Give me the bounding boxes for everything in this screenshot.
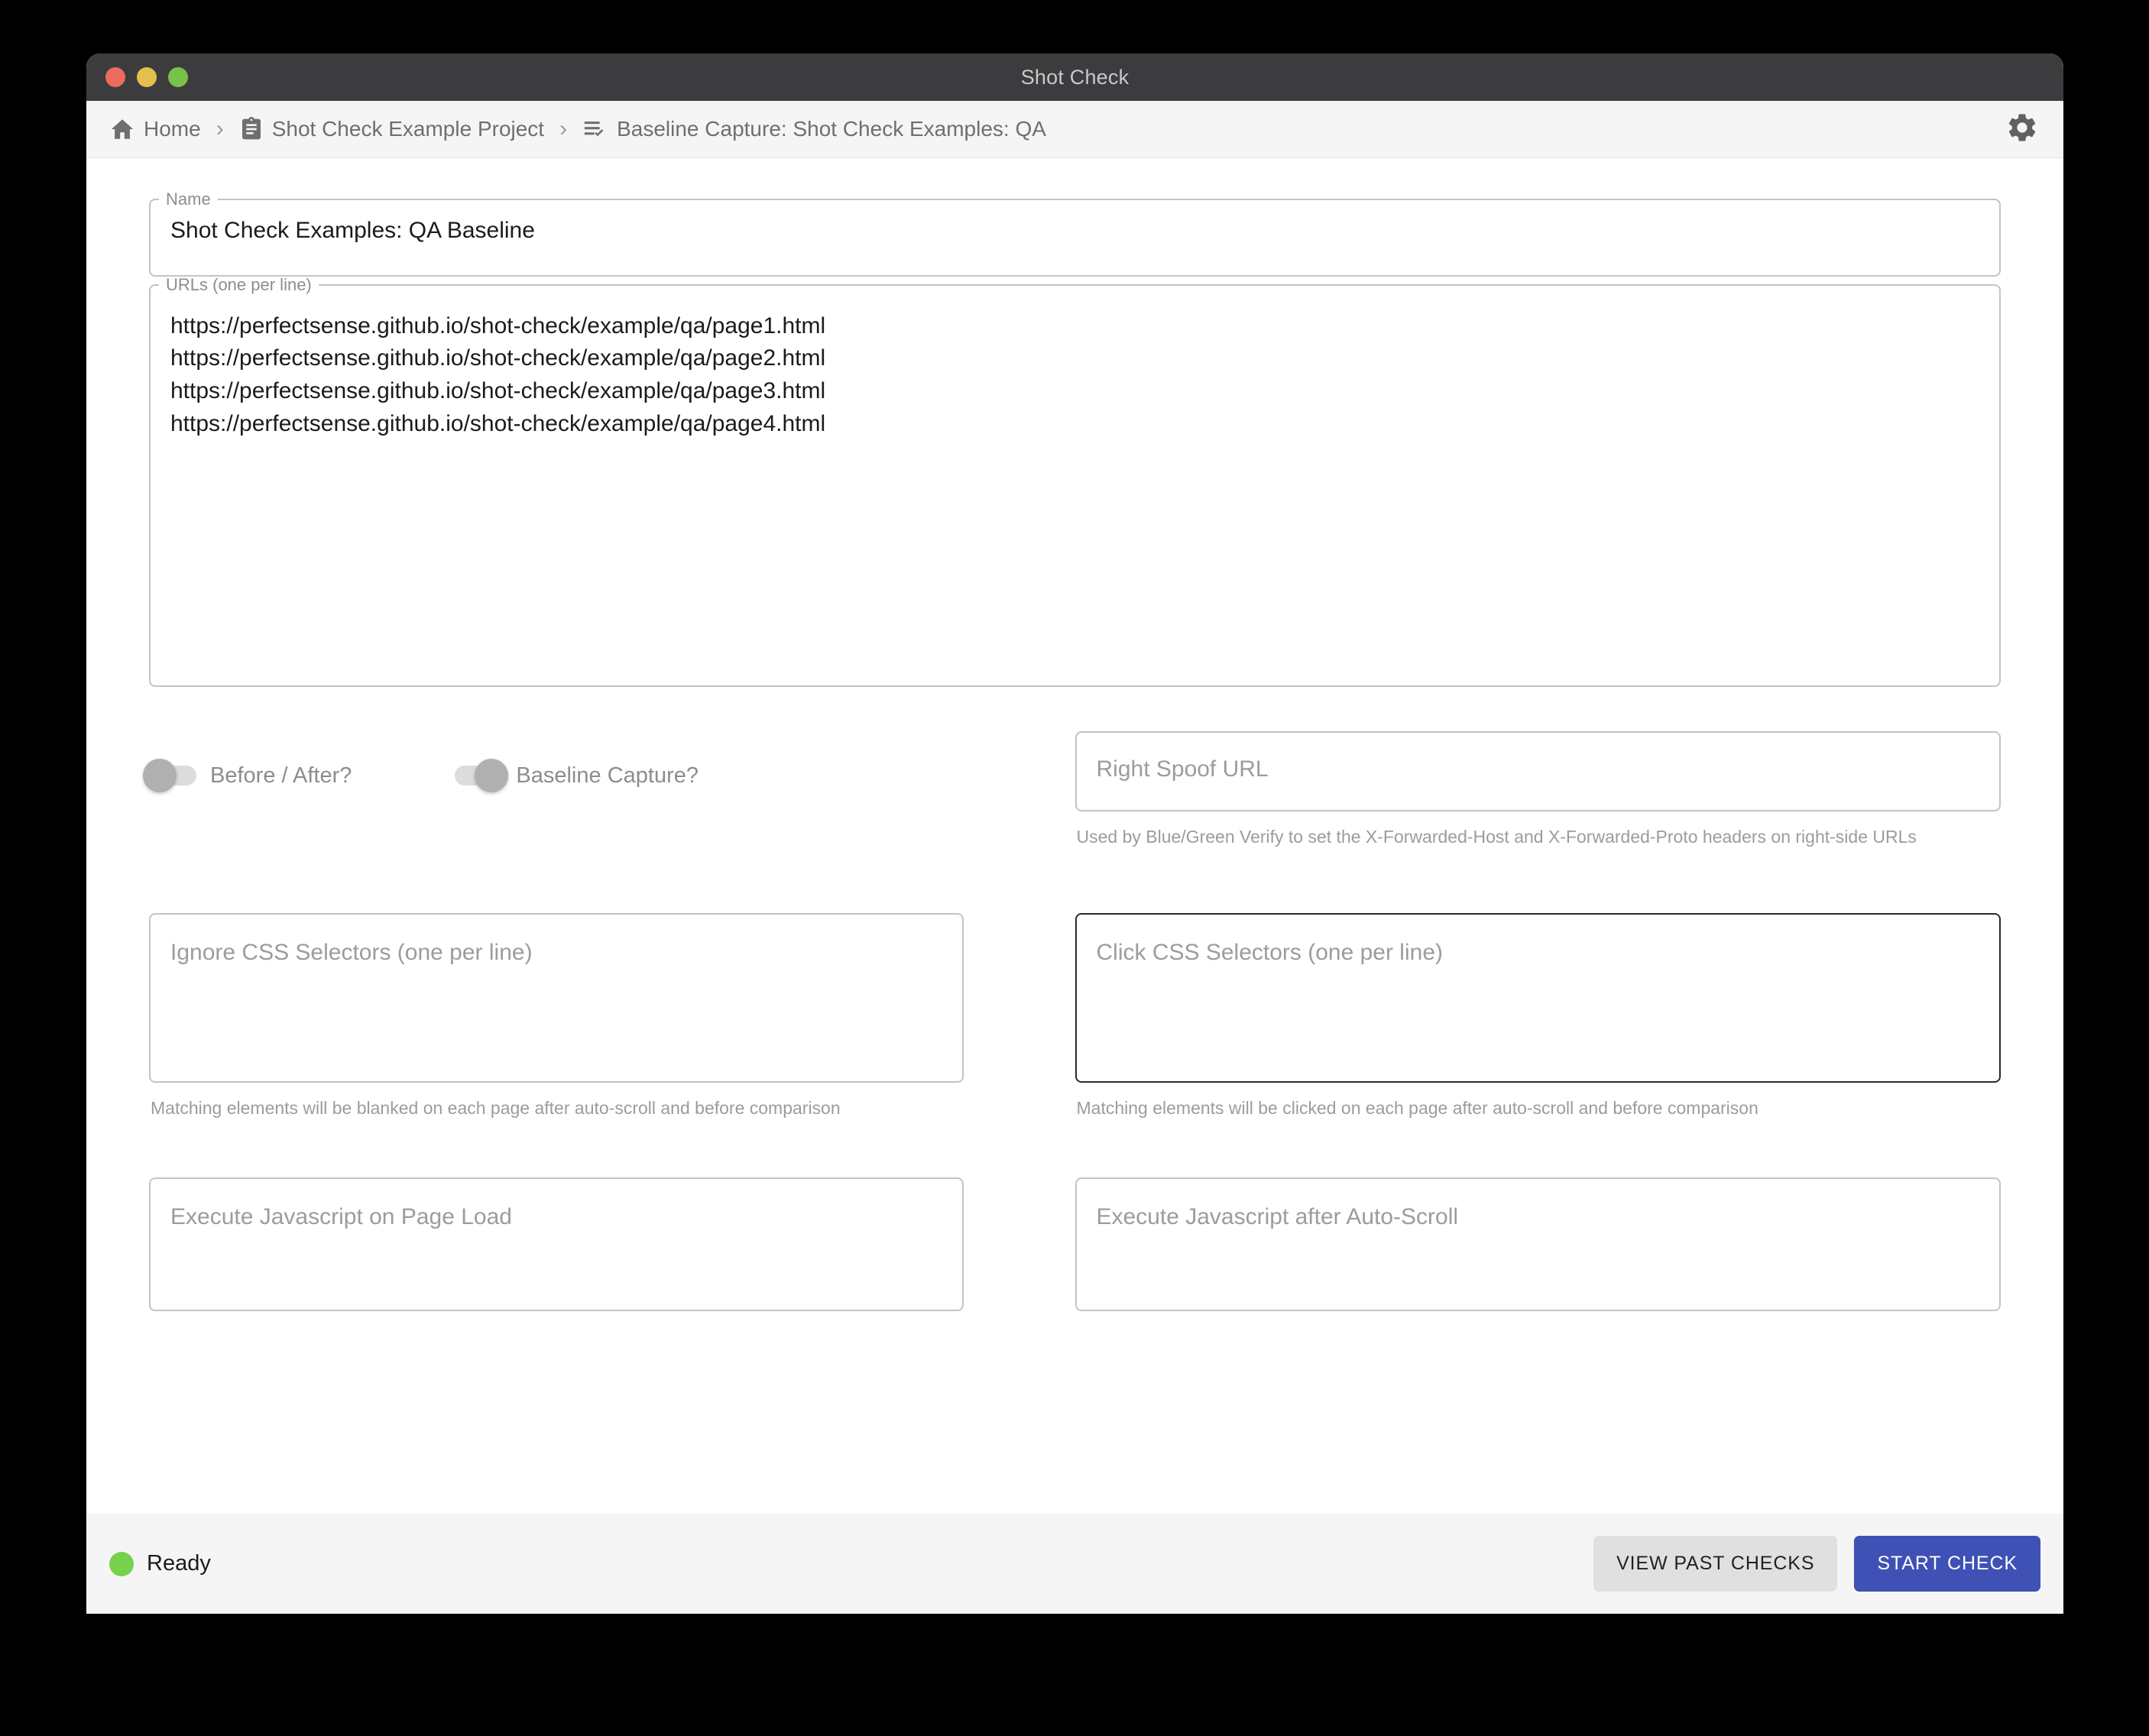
click-css-selectors-textarea[interactable]: Click CSS Selectors (one per line) (1074, 913, 2001, 1083)
status-dot-icon (109, 1551, 134, 1576)
before-after-label: Before / After? (210, 763, 352, 788)
baseline-capture-label: Baseline Capture? (516, 763, 699, 788)
breadcrumb-label-baseline-capture: Baseline Capture: Shot Check Examples: Q… (617, 117, 1046, 141)
before-after-switch[interactable] (143, 759, 196, 793)
breadcrumb-item-baseline-capture[interactable]: Baseline Capture: Shot Check Examples: Q… (582, 116, 1046, 142)
execute-js-page-load-placeholder: Execute Javascript on Page Load (170, 1204, 512, 1230)
settings-button[interactable] (2001, 108, 2044, 151)
status-bar: Ready VIEW PAST CHECKS START CHECK (86, 1514, 2063, 1614)
gear-icon (2005, 111, 2039, 148)
traffic-light-group (105, 53, 188, 101)
options-row: Before / After? Baseline Capture? Right … (143, 730, 2001, 851)
execute-js-page-load-group: Execute Javascript on Page Load (149, 1177, 1075, 1312)
minimize-window-button[interactable] (137, 67, 157, 87)
name-field-legend: Name (166, 189, 211, 209)
action-buttons: VIEW PAST CHECKS START CHECK (1593, 1536, 2040, 1592)
start-check-button[interactable]: START CHECK (1854, 1536, 2040, 1592)
switch-knob (475, 759, 509, 793)
click-css-selectors-helper: Matching elements will be clicked on eac… (1076, 1098, 1758, 1119)
right-spoof-url-helper: Used by Blue/Green Verify to set the X-F… (1076, 826, 1917, 847)
home-icon (109, 116, 135, 142)
ignore-css-selectors-textarea[interactable]: Ignore CSS Selectors (one per line) (149, 913, 964, 1083)
view-past-checks-button[interactable]: VIEW PAST CHECKS (1593, 1536, 1838, 1592)
execute-js-after-scroll-placeholder: Execute Javascript after Auto-Scroll (1096, 1204, 1459, 1230)
window-title: Shot Check (1020, 65, 1130, 89)
toolbar: Home › Shot Check Example Project › Base… (86, 101, 2063, 158)
toggle-baseline-capture[interactable]: Baseline Capture? (455, 759, 699, 793)
execute-js-page-load-textarea[interactable]: Execute Javascript on Page Load (149, 1177, 964, 1312)
right-spoof-url-placeholder: Right Spoof URL (1096, 756, 1269, 782)
name-field[interactable]: Name Shot Check Examples: QA Baseline (149, 191, 2001, 277)
zoom-window-button[interactable] (168, 67, 188, 87)
javascript-row: Execute Javascript on Page Load Execute … (149, 1177, 2001, 1312)
close-window-button[interactable] (105, 67, 125, 87)
ignore-css-selectors-group: Ignore CSS Selectors (one per line) Matc… (149, 913, 1075, 1122)
urls-field-legend: URLs (one per line) (166, 274, 312, 294)
status-text: Ready (147, 1551, 211, 1576)
click-css-selectors-group: Click CSS Selectors (one per line) Match… (1074, 913, 2001, 1122)
toggles-group: Before / After? Baseline Capture? (143, 731, 1075, 851)
breadcrumb-separator: › (216, 116, 224, 141)
playlist-check-icon (582, 116, 608, 142)
name-input[interactable]: Shot Check Examples: QA Baseline (151, 208, 1999, 275)
execute-js-after-scroll-textarea[interactable]: Execute Javascript after Auto-Scroll (1074, 1177, 2001, 1312)
right-spoof-url-input[interactable]: Right Spoof URL (1074, 730, 2001, 811)
urls-field[interactable]: URLs (one per line) https://perfectsense… (149, 274, 2001, 687)
clipboard-icon (239, 117, 264, 141)
app-window: Shot Check Home › Shot Check Example Pro… (86, 53, 2063, 1614)
settings-form: Name Shot Check Examples: QA Baseline UR… (86, 158, 2063, 1433)
breadcrumb-label-home: Home (144, 117, 201, 141)
right-spoof-url-group: Right Spoof URL Used by Blue/Green Verif… (1074, 730, 2001, 851)
breadcrumb-separator-2: › (559, 116, 568, 141)
breadcrumb-item-home[interactable]: Home (109, 116, 201, 142)
window-titlebar: Shot Check (86, 53, 2063, 101)
urls-textarea[interactable]: https://perfectsense.github.io/shot-chec… (151, 293, 1999, 463)
ignore-css-selectors-helper: Matching elements will be blanked on eac… (151, 1098, 841, 1119)
toggle-before-after[interactable]: Before / After? (143, 759, 352, 793)
switch-knob (143, 759, 177, 793)
baseline-capture-switch[interactable] (455, 759, 509, 793)
status-indicator: Ready (109, 1551, 1593, 1576)
breadcrumb: Home › Shot Check Example Project › Base… (109, 116, 2001, 142)
breadcrumb-item-project[interactable]: Shot Check Example Project (239, 117, 544, 141)
click-css-selectors-placeholder: Click CSS Selectors (one per line) (1096, 940, 1444, 966)
main-content-area: Name Shot Check Examples: QA Baseline UR… (86, 158, 2063, 1614)
ignore-css-selectors-placeholder: Ignore CSS Selectors (one per line) (170, 940, 533, 966)
breadcrumb-label-project: Shot Check Example Project (271, 117, 545, 141)
css-selectors-row: Ignore CSS Selectors (one per line) Matc… (149, 913, 2001, 1122)
execute-js-after-scroll-group: Execute Javascript after Auto-Scroll (1074, 1177, 2001, 1312)
